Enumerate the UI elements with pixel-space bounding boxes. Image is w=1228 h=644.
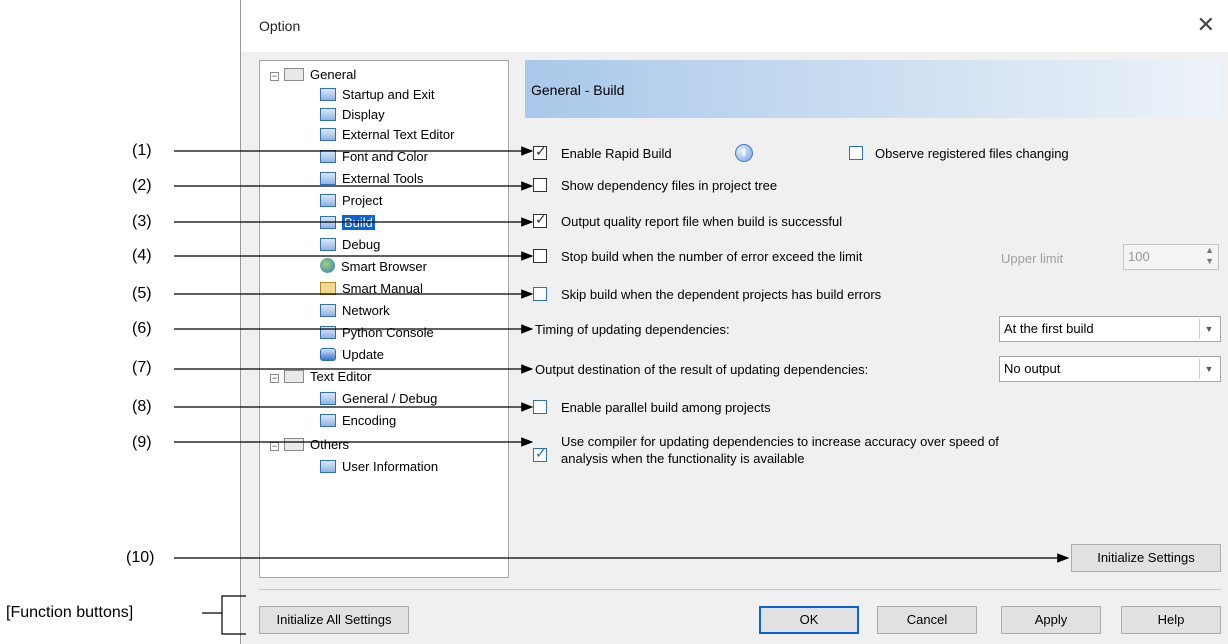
function-buttons-label: [Function buttons] <box>6 604 134 621</box>
footer-separator <box>259 589 1221 590</box>
tree-item-startup[interactable]: Startup and Exit <box>320 85 435 105</box>
output-destination-value: No output <box>1004 361 1061 376</box>
output-quality-checkbox[interactable]: ✓ <box>533 211 547 228</box>
output-destination-dropdown[interactable]: No output ▼ <box>999 356 1221 382</box>
tree-item-smart-manual[interactable]: Smart Manual <box>320 279 423 299</box>
page-icon <box>320 128 336 141</box>
section-header: General - Build <box>525 60 1221 118</box>
callout-3: (3) <box>132 213 152 230</box>
category-tree[interactable]: − General Startup and Exit Display Exter… <box>259 60 509 578</box>
dialog-title: Option <box>259 18 301 34</box>
tree-item-general-debug[interactable]: General / Debug <box>320 389 437 409</box>
tree-item-debug[interactable]: Debug <box>320 235 380 255</box>
page-icon <box>320 172 336 185</box>
update-icon <box>320 348 336 361</box>
collapse-others-icon[interactable]: − <box>270 442 279 451</box>
tree-item-encoding[interactable]: Encoding <box>320 411 396 431</box>
tree-item-python-console[interactable]: Python Console <box>320 323 434 343</box>
callout-2: (2) <box>132 177 152 194</box>
tree-item-general[interactable]: General <box>284 65 356 85</box>
show-dependency-label: Show dependency files in project tree <box>561 178 778 193</box>
tree-item-smart-browser[interactable]: Smart Browser <box>320 257 427 277</box>
callout-5: (5) <box>132 285 152 302</box>
upper-limit-spinner[interactable]: 100 ▲ ▼ <box>1123 244 1219 270</box>
ok-button[interactable]: OK <box>759 606 859 634</box>
tree-item-display[interactable]: Display <box>320 105 385 125</box>
use-compiler-label-line1: Use compiler for updating dependencies t… <box>561 434 999 449</box>
observe-files-label: Observe registered files changing <box>875 146 1069 161</box>
manual-icon <box>320 282 336 295</box>
help-button[interactable]: Help <box>1121 606 1221 634</box>
upper-limit-value: 100 <box>1128 249 1150 264</box>
callout-7: (7) <box>132 359 152 376</box>
timing-dropdown[interactable]: At the first build ▼ <box>999 316 1221 342</box>
use-compiler-checkbox[interactable]: ✓ <box>533 445 547 462</box>
skip-build-label: Skip build when the dependent projects h… <box>561 287 882 302</box>
callout-9: (9) <box>132 434 152 451</box>
tree-item-text-editor[interactable]: Text Editor <box>284 367 371 387</box>
apply-button[interactable]: Apply <box>1001 606 1101 634</box>
show-dependency-checkbox[interactable] <box>533 178 547 192</box>
initialize-settings-button[interactable]: Initialize Settings <box>1071 544 1221 572</box>
tree-item-others[interactable]: Others <box>284 435 349 455</box>
page-icon <box>320 460 336 473</box>
title-bar: Option ✕ <box>241 0 1228 52</box>
callout-10: (10) <box>126 549 155 566</box>
callout-1: (1) <box>132 142 152 159</box>
folder-icon <box>284 370 304 383</box>
timing-value: At the first build <box>1004 321 1094 336</box>
output-destination-label: Output destination of the result of upda… <box>535 362 869 377</box>
output-quality-label: Output quality report file when build is… <box>561 214 843 229</box>
option-dialog: Option ✕ − General Startup and Exit Disp… <box>240 0 1228 644</box>
page-icon <box>320 304 336 317</box>
page-icon <box>320 88 336 101</box>
timing-label: Timing of updating dependencies: <box>535 322 730 337</box>
callout-8: (8) <box>132 398 152 415</box>
upper-limit-label: Upper limit <box>1001 251 1064 266</box>
page-icon <box>320 414 336 427</box>
initialize-all-settings-button[interactable]: Initialize All Settings <box>259 606 409 634</box>
parallel-build-label: Enable parallel build among projects <box>561 400 771 415</box>
observe-files-checkbox[interactable] <box>849 146 863 160</box>
collapse-general-icon[interactable]: − <box>270 72 279 81</box>
section-title: General - Build <box>531 82 625 98</box>
tree-item-external-text-editor[interactable]: External Text Editor <box>320 125 454 145</box>
tree-item-user-information[interactable]: User Information <box>320 457 438 477</box>
collapse-text-editor-icon[interactable]: − <box>270 374 279 383</box>
folder-icon <box>284 68 304 81</box>
spinner-arrows-icon[interactable]: ▲ ▼ <box>1205 245 1214 267</box>
use-compiler-label-line2: analysis when the functionality is avail… <box>561 451 805 466</box>
tree-item-external-tools[interactable]: External Tools <box>320 169 423 189</box>
globe-icon <box>320 258 335 273</box>
check-icon: ✓ <box>535 445 547 461</box>
stop-build-label: Stop build when the number of error exce… <box>561 249 863 264</box>
close-icon[interactable]: ✕ <box>1197 12 1215 38</box>
cancel-button[interactable]: Cancel <box>877 606 977 634</box>
page-icon <box>320 150 336 163</box>
check-icon: ✓ <box>535 211 547 227</box>
chevron-down-icon: ▼ <box>1199 359 1218 379</box>
callout-4: (4) <box>132 247 152 264</box>
chevron-down-icon: ▼ <box>1199 319 1218 339</box>
page-icon <box>320 216 336 229</box>
tree-item-font-color[interactable]: Font and Color <box>320 147 428 167</box>
check-icon: ✓ <box>535 143 547 159</box>
page-icon <box>320 238 336 251</box>
rapid-build-checkbox[interactable]: ✓ <box>533 143 547 160</box>
callout-6: (6) <box>132 320 152 337</box>
page-icon <box>320 108 336 121</box>
tree-item-project[interactable]: Project <box>320 191 382 211</box>
tree-item-build[interactable]: Build <box>320 213 375 233</box>
tree-item-update[interactable]: Update <box>320 345 384 365</box>
skip-build-checkbox[interactable] <box>533 287 547 301</box>
page-icon <box>320 392 336 405</box>
stop-build-checkbox[interactable] <box>533 249 547 263</box>
folder-icon <box>284 438 304 451</box>
parallel-build-checkbox[interactable] <box>533 400 547 414</box>
page-icon <box>320 194 336 207</box>
tree-item-network[interactable]: Network <box>320 301 390 321</box>
info-icon[interactable]: i <box>735 144 753 162</box>
console-icon <box>320 326 336 339</box>
rapid-build-label: Enable Rapid Build <box>561 146 672 161</box>
